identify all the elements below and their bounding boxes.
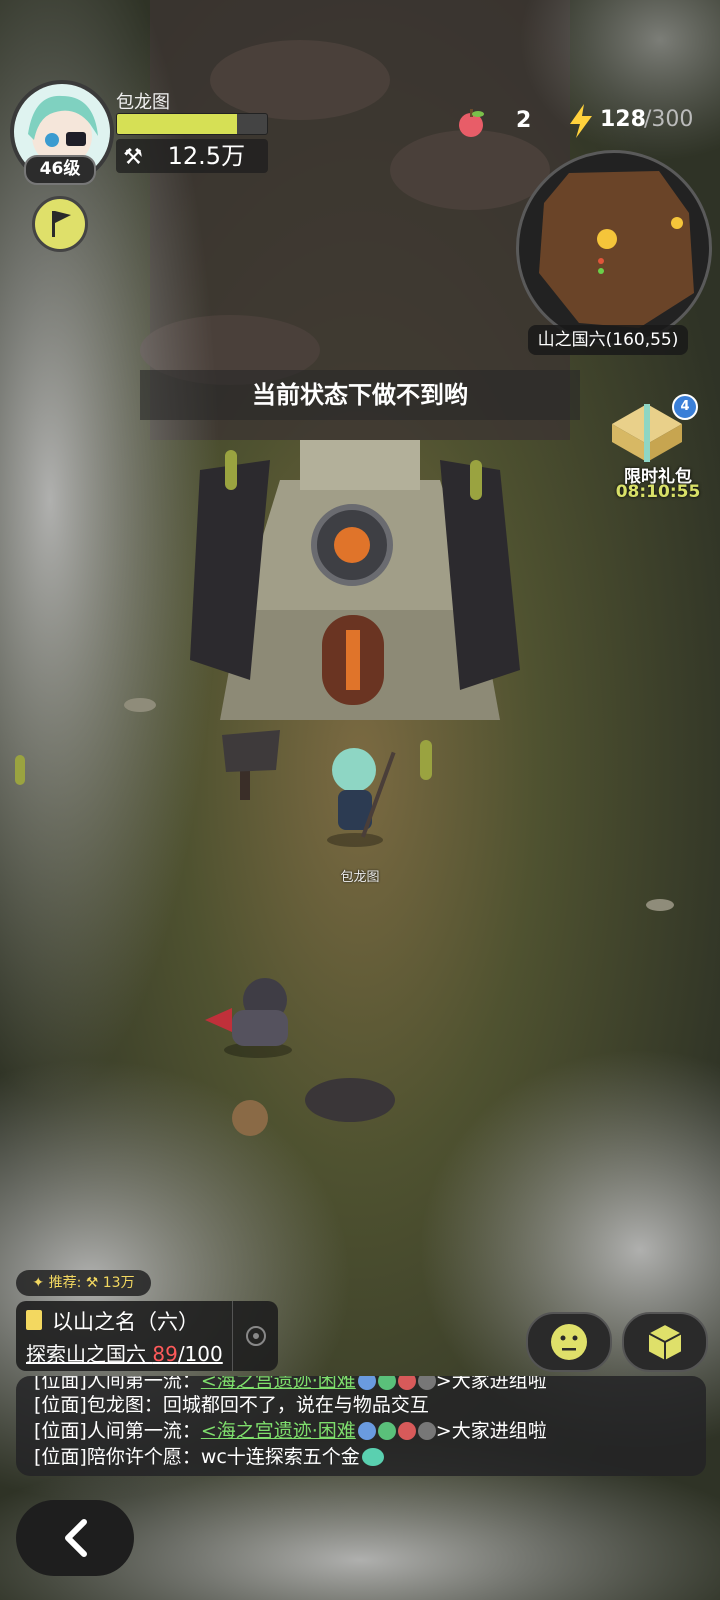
flag-menu-button[interactable]	[32, 196, 88, 252]
quest-progress-current: 89	[152, 1342, 178, 1366]
quest-progress-total: /100	[177, 1342, 223, 1366]
team-tag-icon	[377, 1422, 396, 1440]
combat-power: ⚒ 12.5万	[116, 139, 268, 173]
team-tag-icon	[417, 1376, 436, 1390]
recommend-power: 13万	[102, 1275, 135, 1291]
quest-progress-label: 探索山之国六	[26, 1342, 153, 1366]
minimap-poi-marker	[671, 217, 683, 229]
team-tag-icon	[397, 1422, 416, 1440]
apple-resource[interactable]: 2	[456, 106, 546, 138]
emote-button[interactable]	[526, 1312, 612, 1372]
quest-locate-button[interactable]	[232, 1301, 279, 1371]
inventory-button[interactable]	[622, 1312, 708, 1372]
minimap-terrain	[539, 171, 694, 328]
gift-badge: 4	[672, 394, 698, 420]
target-icon	[246, 1326, 266, 1346]
hp-bar	[116, 113, 268, 135]
minimap-location: 山之国六(160,55)	[528, 325, 688, 355]
smiley-icon	[551, 1324, 587, 1360]
cube-icon	[647, 1322, 683, 1363]
crossed-tools-icon: ⚒	[85, 1275, 99, 1291]
flag-icon	[52, 211, 71, 237]
star-icon: ✦	[32, 1275, 45, 1291]
lightning-icon	[570, 104, 592, 138]
apple-icon	[459, 109, 484, 137]
chat-line: [位面]人间第一流：<海之宫遗迹·困难 >大家进组啦	[34, 1420, 547, 1442]
team-tag-icon	[357, 1422, 376, 1440]
quest-progress: 探索山之国六 89/100	[26, 1338, 223, 1367]
chat-link[interactable]: <海之宫遗迹·困难	[201, 1420, 356, 1442]
chat-line: [位面]包龙图：回城都回不了，说在与物品交互	[34, 1394, 429, 1416]
recommend-badge: ✦ 推荐: ⚒ 13万	[16, 1270, 151, 1296]
character-name-label: 包龙图	[340, 870, 380, 885]
chat-line: [位面]陪你许个愿：wc十连探索五个金	[34, 1442, 384, 1469]
team-tag-icon	[377, 1376, 396, 1390]
item-sack	[232, 1100, 268, 1136]
crossed-tools-icon: ⚒	[123, 145, 143, 170]
slime-emoji-icon	[361, 1448, 384, 1466]
player-name: 包龙图	[116, 92, 170, 113]
status-toast: 当前状态下做不到哟	[140, 370, 580, 420]
chat-panel[interactable]: [位面]人间第一流：<海之宫遗迹·困难 >大家进组啦 [位面]包龙图：回城都回不了…	[16, 1376, 706, 1476]
back-button[interactable]	[16, 1500, 134, 1576]
chevron-left-icon	[65, 1519, 87, 1557]
gift-timer: 08:10:55	[615, 482, 701, 502]
team-tag-icon	[397, 1376, 416, 1390]
energy-current: 128	[600, 107, 646, 132]
minimap-player-marker	[597, 229, 617, 249]
minimap[interactable]	[516, 150, 712, 346]
recommend-label: 推荐:	[48, 1275, 82, 1291]
team-tag-icon	[357, 1376, 376, 1390]
hp-bar-fill	[117, 114, 237, 134]
limited-gift-button[interactable]: 4	[602, 394, 698, 464]
energy-resource[interactable]: 128/300	[568, 104, 698, 138]
quest-list-icon	[26, 1310, 42, 1330]
apple-count: 2	[516, 108, 532, 133]
quest-title: 以山之名（六）	[52, 1310, 199, 1334]
level-badge: 46级	[24, 155, 96, 185]
team-tag-icon	[417, 1422, 436, 1440]
combat-power-value: 12.5万	[167, 142, 246, 170]
energy-max: /300	[644, 107, 694, 132]
